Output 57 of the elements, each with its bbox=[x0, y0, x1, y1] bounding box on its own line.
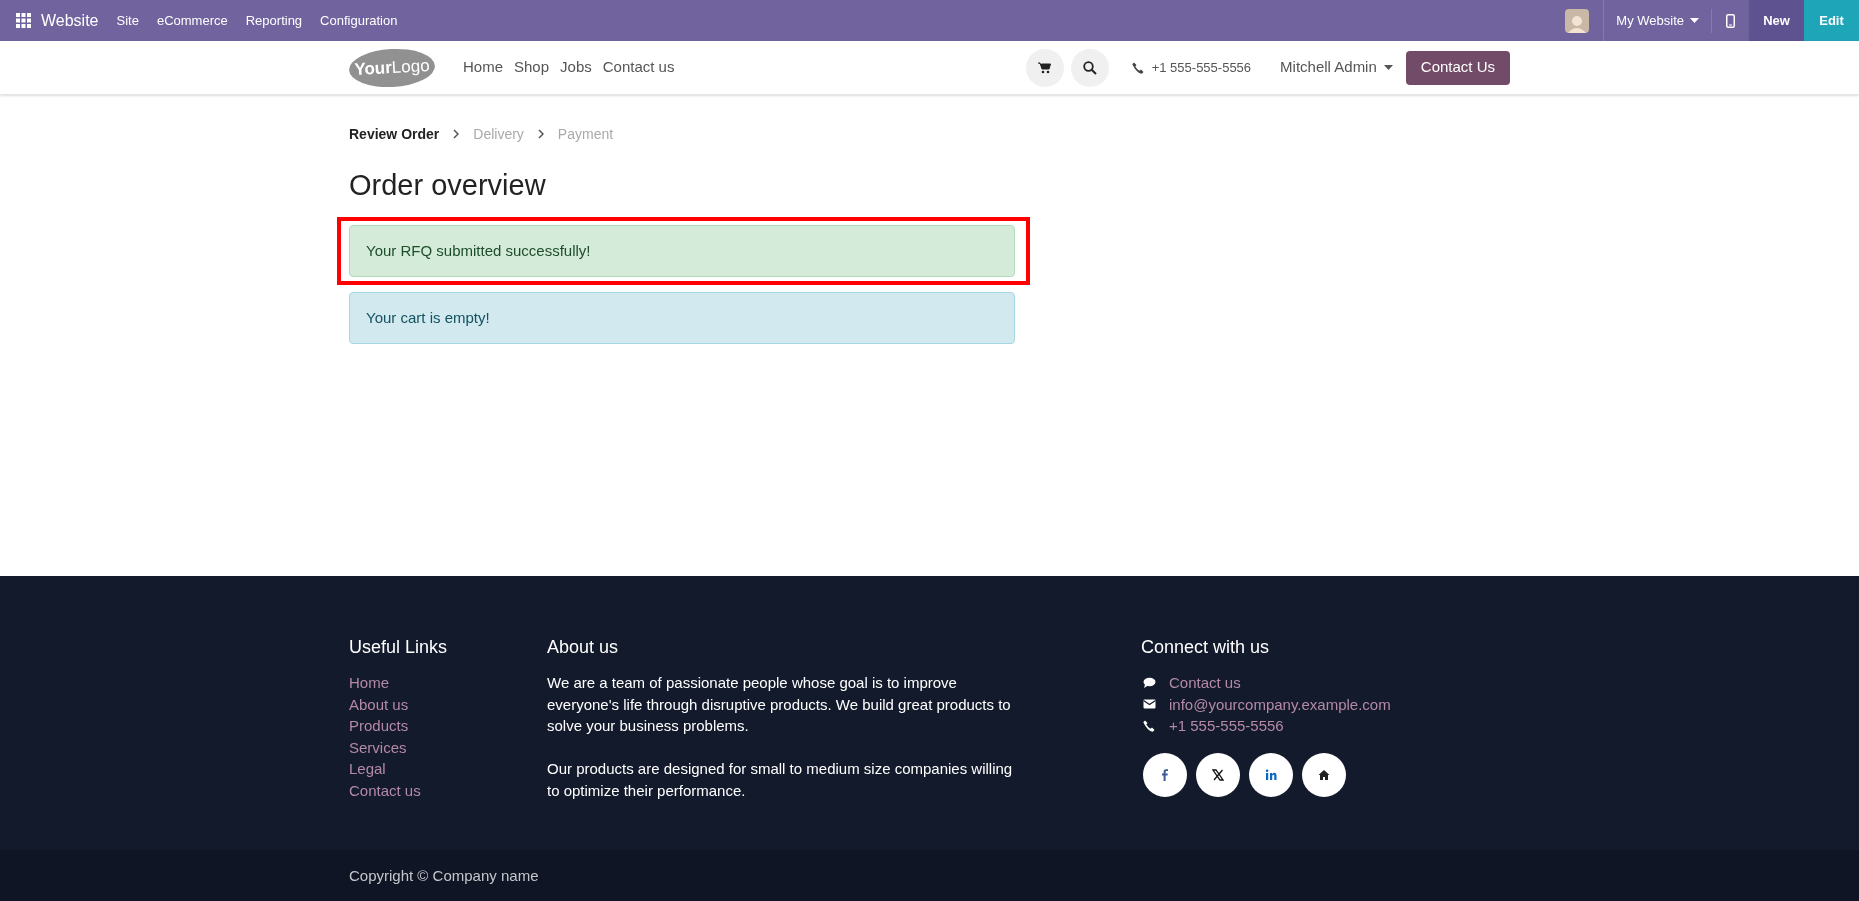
social-button[interactable] bbox=[1143, 752, 1187, 797]
chevron-right-icon bbox=[537, 129, 544, 139]
about-paragraph: We are a team of passionate people whose goal is to improve everyone's life through disruptive products. We build great products to solve your business problems. bbox=[547, 673, 1012, 737]
user-avatar[interactable] bbox=[1565, 8, 1590, 33]
chevron-right-icon bbox=[453, 129, 460, 139]
facebook-icon bbox=[1159, 768, 1171, 781]
about-paragraph: Our products are designed for small to medium size companies willing to optimize their performance. bbox=[547, 759, 1014, 801]
menu-item[interactable]: Configuration bbox=[320, 10, 398, 31]
cart-button[interactable] bbox=[1025, 48, 1064, 87]
contact-link[interactable]: info@yourcompany.example.com bbox=[1169, 693, 1391, 716]
caret-icon bbox=[1690, 18, 1699, 23]
search-icon bbox=[1082, 60, 1097, 75]
footer-link[interactable]: Contact us bbox=[349, 779, 421, 802]
nav-link[interactable]: Shop bbox=[514, 56, 550, 79]
apps-grid-icon[interactable] bbox=[16, 13, 31, 28]
mobile-phone-icon[interactable] bbox=[1726, 13, 1735, 28]
social-button[interactable] bbox=[1249, 752, 1293, 797]
search-button[interactable] bbox=[1070, 48, 1109, 87]
phone-number: +1 555-555-5556 bbox=[1151, 58, 1252, 77]
caret-icon bbox=[1383, 65, 1393, 70]
footer-link[interactable]: Products bbox=[349, 715, 409, 737]
contact-link[interactable]: +1 555-555-5556 bbox=[1169, 715, 1284, 737]
page-title: Order overview bbox=[349, 168, 547, 203]
website-switcher[interactable]: My Website bbox=[1604, 0, 1711, 41]
social-button[interactable] bbox=[1196, 752, 1240, 797]
breadcrumb-step[interactable]: Review Order bbox=[349, 123, 440, 145]
chat-bubble-icon bbox=[1143, 676, 1156, 689]
footer-link[interactable]: Home bbox=[349, 672, 389, 694]
app-name[interactable]: Website bbox=[41, 8, 99, 33]
nav-link[interactable]: Contact us bbox=[602, 56, 675, 79]
success-alert: Your RFQ submitted successfully! bbox=[349, 225, 1015, 277]
nav-link[interactable]: Jobs bbox=[560, 56, 592, 79]
envelope-icon bbox=[1143, 698, 1156, 711]
phone-icon bbox=[1143, 720, 1156, 732]
new-button[interactable]: New bbox=[1749, 0, 1804, 41]
user-menu[interactable]: Mitchell Admin bbox=[1280, 56, 1393, 79]
cart-icon bbox=[1038, 61, 1052, 74]
footer-heading: Useful Links bbox=[349, 636, 449, 658]
footer-link[interactable]: About us bbox=[349, 693, 409, 716]
copyright-text: Copyright © Company name bbox=[349, 867, 539, 884]
footer-heading: About us bbox=[547, 636, 620, 658]
footer-heading: Connect with us bbox=[1141, 636, 1271, 658]
menu-item[interactable]: Reporting bbox=[245, 10, 303, 31]
home-icon bbox=[1318, 768, 1330, 781]
footer-link[interactable]: Services bbox=[349, 736, 407, 759]
logo[interactable]: YourLogo bbox=[348, 46, 436, 89]
phone-icon bbox=[1131, 61, 1144, 74]
info-alert: Your cart is empty! bbox=[349, 292, 1015, 344]
contact-link[interactable]: Contact us bbox=[1169, 672, 1241, 694]
footer-link[interactable]: Legal bbox=[349, 758, 386, 780]
x-logo-icon bbox=[1212, 768, 1224, 781]
menu-item[interactable]: Site bbox=[116, 10, 139, 31]
contact-us-button[interactable]: Contact Us bbox=[1405, 50, 1510, 85]
linkedin-icon bbox=[1265, 768, 1277, 781]
social-button[interactable] bbox=[1302, 752, 1346, 797]
nav-link[interactable]: Home bbox=[463, 56, 503, 79]
menu-item[interactable]: eCommerce bbox=[156, 10, 228, 31]
